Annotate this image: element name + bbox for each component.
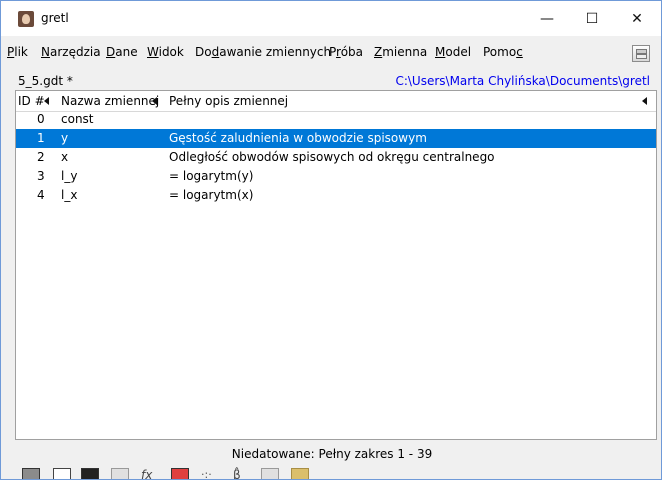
menu-help[interactable]: Pomoc bbox=[483, 45, 523, 59]
row-id: 0 bbox=[37, 112, 45, 126]
menu-bar: Plik Narzędzia Dane Widok Dodawanie zmie… bbox=[1, 41, 661, 66]
row-id: 1 bbox=[37, 131, 45, 145]
table-row[interactable]: 4 l_x = logarytm(x) bbox=[16, 186, 656, 205]
windows-list-icon[interactable] bbox=[632, 45, 650, 62]
status-bar-range: Niedatowane: Pełny zakres 1 - 39 bbox=[231, 447, 433, 461]
row-name: y bbox=[61, 131, 69, 145]
help-icon[interactable] bbox=[171, 468, 189, 479]
menu-model[interactable]: Model bbox=[435, 45, 471, 59]
table-row[interactable]: 2 x Odległość obwodów spisowych od okręg… bbox=[16, 148, 656, 167]
row-id: 2 bbox=[37, 150, 45, 164]
gretl-app-icon bbox=[18, 11, 34, 27]
script-edit-icon[interactable] bbox=[53, 468, 71, 479]
dataset-path-link[interactable]: C:\Users\Marta Chylińska\Documents\gretl bbox=[395, 74, 650, 88]
sort-arrow-icon[interactable] bbox=[44, 97, 49, 105]
sort-arrow-icon[interactable] bbox=[152, 97, 157, 105]
row-name: l_x bbox=[61, 188, 78, 202]
row-name: l_y bbox=[61, 169, 78, 183]
column-description-header[interactable]: Pełny opis zmiennej bbox=[169, 94, 288, 108]
sort-arrow-icon[interactable] bbox=[642, 97, 647, 105]
row-name: const bbox=[61, 112, 94, 126]
session-icon[interactable] bbox=[111, 468, 129, 479]
dataset-filename: 5_5.gdt * bbox=[18, 74, 73, 88]
function-fx-icon[interactable]: fx bbox=[141, 468, 157, 479]
menu-variable[interactable]: Zmienna bbox=[374, 45, 427, 59]
column-name-header[interactable]: Nazwa zmiennej bbox=[61, 94, 159, 108]
row-description: = logarytm(x) bbox=[169, 188, 254, 202]
table-row[interactable]: 0 const bbox=[16, 110, 656, 129]
column-id-header[interactable]: ID # bbox=[18, 94, 45, 108]
scatter-plot-icon[interactable]: ·:· bbox=[201, 468, 217, 479]
maximize-button[interactable]: ☐ bbox=[569, 1, 615, 36]
calculator-icon[interactable] bbox=[22, 468, 40, 479]
model-ols-icon[interactable]: β̂ bbox=[233, 468, 249, 479]
row-description: Gęstość zaludnienia w obwodzie spisowym bbox=[169, 131, 427, 145]
menu-data[interactable]: Dane bbox=[106, 45, 138, 59]
close-button[interactable]: ✕ bbox=[614, 1, 660, 36]
title-bar: gretl — ☐ ✕ bbox=[1, 1, 661, 36]
row-description: Odległość obwodów spisowych od okręgu ce… bbox=[169, 150, 495, 164]
row-id: 3 bbox=[37, 169, 45, 183]
table-row[interactable]: 3 l_y = logarytm(y) bbox=[16, 167, 656, 186]
row-description: = logarytm(y) bbox=[169, 169, 254, 183]
bottom-toolbar: fx ·:· β̂ bbox=[1, 468, 661, 479]
row-id: 4 bbox=[37, 188, 45, 202]
console-icon[interactable] bbox=[81, 468, 99, 479]
menu-sample[interactable]: Próba bbox=[329, 45, 363, 59]
menu-add-variables[interactable]: Dodawanie zmiennych bbox=[195, 45, 331, 59]
window-title: gretl bbox=[41, 11, 69, 25]
folder-icon[interactable] bbox=[291, 468, 309, 479]
minimize-button[interactable]: — bbox=[524, 1, 570, 36]
table-row-selected[interactable]: 1 y Gęstość zaludnienia w obwodzie spiso… bbox=[16, 129, 656, 148]
variables-table[interactable]: ID # Nazwa zmiennej Pełny opis zmiennej … bbox=[15, 90, 657, 440]
row-name: x bbox=[61, 150, 69, 164]
database-icon[interactable] bbox=[261, 468, 279, 479]
menu-tools[interactable]: Narzędzia bbox=[41, 45, 101, 59]
menu-file[interactable]: Plik bbox=[7, 45, 28, 59]
gretl-main-window: gretl — ☐ ✕ Plik Narzędzia Dane Widok Do… bbox=[0, 0, 662, 480]
table-header: ID # Nazwa zmiennej Pełny opis zmiennej bbox=[16, 91, 656, 112]
menu-view[interactable]: Widok bbox=[147, 45, 184, 59]
